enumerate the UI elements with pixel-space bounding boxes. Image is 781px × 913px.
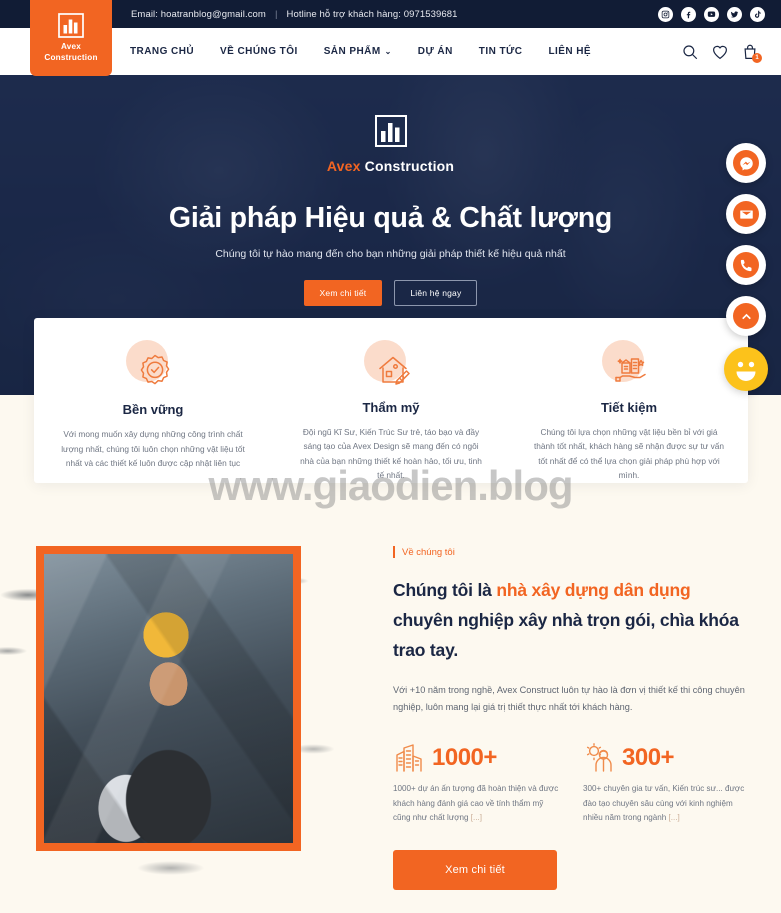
- engineer-gear-icon: [583, 742, 615, 774]
- stat-desc-more[interactable]: [...]: [471, 813, 482, 822]
- about-image-area: [0, 522, 360, 902]
- stat-projects: 1000+ 1000+ dự án ấn tượng đã hoàn thiện…: [393, 742, 561, 826]
- twitter-icon[interactable]: [727, 6, 742, 22]
- messenger-icon: [733, 150, 759, 176]
- top-bar: Email: hoatranblog@gmail.com | Hotline h…: [0, 0, 781, 28]
- phone-icon: [733, 252, 759, 278]
- hand-saving-icon: [598, 340, 660, 394]
- stat-number: 300+: [622, 744, 675, 772]
- feature-card-tiet-kiem: Tiết kiệm Chúng tôi lựa chọn những vật l…: [510, 318, 748, 483]
- hero-building-chart-icon: [374, 115, 407, 149]
- cart-count-badge: 1: [752, 52, 762, 63]
- feature-description: Chúng tôi lựa chọn những vật liệu bền bỉ…: [534, 426, 725, 481]
- construction-worker-photo: [44, 554, 293, 843]
- topbar-hotline: Hotline hỗ trợ khách hàng: 0971539681: [286, 8, 458, 20]
- logo-text: Avex Construction: [44, 42, 97, 63]
- feature-title: Bền vững: [122, 402, 184, 417]
- photo-orange-frame: [36, 546, 301, 851]
- feature-title: Thẩm mỹ: [362, 399, 420, 415]
- feature-description: Đội ngũ Kĩ Sư, Kiến Trúc Sư trẻ, táo bạo…: [300, 426, 482, 481]
- email-button[interactable]: [726, 194, 766, 234]
- nav-menu: TRANG CHỦ VỀ CHÚNG TÔI SẢN PHẨM ⌄ DỰ ÁN …: [130, 28, 591, 75]
- hero-cta-group: Xem chi tiết Liên hệ ngay: [303, 280, 478, 306]
- about-stats: 1000+ 1000+ dự án ấn tượng đã hoàn thiện…: [393, 742, 753, 826]
- stat-desc-more[interactable]: [...]: [669, 813, 680, 822]
- main-navbar: TRANG CHỦ VỀ CHÚNG TÔI SẢN PHẨM ⌄ DỰ ÁN …: [0, 28, 781, 75]
- nav-item-tin-tuc[interactable]: TIN TỨC: [479, 46, 523, 57]
- about-text-column: Về chúng tôi Chúng tôi là nhà xây dựng d…: [393, 546, 753, 890]
- about-paragraph: Với +10 năm trong nghề, Avex Construct l…: [393, 685, 745, 713]
- hero-brand-name: Avex Construction: [327, 158, 454, 174]
- nav-label: DỰ ÁN: [417, 46, 453, 57]
- nav-item-lien-he[interactable]: LIÊN HỆ: [548, 46, 591, 57]
- topbar-email: Email: hoatranblog@gmail.com: [131, 8, 266, 20]
- page-root: Email: hoatranblog@gmail.com | Hotline h…: [0, 0, 781, 913]
- feature-description: Với mong muốn xây dựng những công trình …: [61, 429, 245, 469]
- site-logo[interactable]: Avex Construction: [30, 0, 112, 76]
- feature-title: Tiết kiệm: [600, 399, 658, 415]
- nav-icon-group: 1: [681, 28, 762, 75]
- youtube-icon[interactable]: [704, 6, 719, 22]
- smiley-chat-button[interactable]: [724, 347, 768, 391]
- hero-secondary-button[interactable]: Liên hệ ngay: [394, 280, 478, 306]
- social-links: [658, 0, 765, 28]
- feature-card-ben-vung: Bền vững Với mong muốn xây dựng những cô…: [34, 318, 272, 483]
- about-eyebrow-label: Về chúng tôi: [402, 546, 455, 558]
- buildings-icon: [393, 742, 425, 774]
- scroll-to-top-button[interactable]: [726, 296, 766, 336]
- stat-number: 1000+: [432, 744, 497, 772]
- about-heading-highlight: nhà xây dựng dân dụng: [496, 580, 691, 600]
- photo-texture: [44, 554, 293, 843]
- gear-check-icon: [122, 340, 184, 396]
- chevron-down-icon: ⌄: [384, 46, 392, 56]
- floating-action-buttons: [724, 143, 768, 391]
- about-cta-button[interactable]: Xem chi tiết: [393, 850, 557, 890]
- hero-title: Giải pháp Hiệu quả & Chất lượng: [168, 202, 613, 234]
- stat-desc-text: 300+ chuyên gia tư vấn, Kiến trúc sư... …: [583, 784, 745, 823]
- logo-line-1: Avex: [60, 42, 82, 52]
- instagram-icon[interactable]: [658, 6, 673, 22]
- tiktok-icon[interactable]: [750, 6, 765, 22]
- scroll-to-top-icon: [733, 303, 759, 329]
- hero-brand-second: Construction: [360, 158, 455, 174]
- logo-line-2: Construction: [44, 52, 98, 62]
- hero-primary-button[interactable]: Xem chi tiết: [303, 280, 383, 306]
- about-heading-part2: chuyên nghiệp xây nhà trọn gói, chìa khó…: [393, 610, 739, 661]
- feature-card-tham-my: Thẩm mỹ Đội ngũ Kĩ Sư, Kiến Trúc Sư trẻ,…: [272, 318, 510, 483]
- nav-label: VỀ CHÚNG TÔI: [220, 46, 298, 57]
- heart-wishlist-icon[interactable]: [711, 43, 729, 61]
- nav-label: TIN TỨC: [478, 46, 523, 57]
- nav-item-ve-chung-toi[interactable]: VỀ CHÚNG TÔI: [220, 46, 298, 57]
- hero-brand-first: Avex: [326, 158, 361, 174]
- about-heading-part1: Chúng tôi là: [393, 580, 497, 600]
- nav-item-du-an[interactable]: DỰ ÁN: [418, 46, 453, 57]
- topbar-separator: |: [274, 8, 278, 20]
- nav-item-san-pham[interactable]: SẢN PHẨM ⌄: [324, 46, 392, 57]
- nav-label: SẢN PHẨM: [323, 46, 381, 57]
- about-heading: Chúng tôi là nhà xây dựng dân dụng chuyê…: [393, 575, 753, 665]
- nav-label: TRANG CHỦ: [130, 46, 195, 57]
- search-icon[interactable]: [681, 43, 699, 61]
- topbar-contact-info: Email: hoatranblog@gmail.com | Hotline h…: [131, 0, 458, 28]
- stat-description: 1000+ dự án ấn tượng đã hoàn thiện và đư…: [393, 782, 561, 826]
- building-chart-icon: [58, 13, 84, 39]
- about-section: Về chúng tôi Chúng tôi là nhà xây dựng d…: [0, 500, 781, 913]
- email-icon: [733, 201, 759, 227]
- facebook-icon[interactable]: [681, 6, 696, 22]
- smiley-chat-icon: [736, 361, 756, 381]
- stat-experts: 300+ 300+ chuyên gia tư vấn, Kiến trúc s…: [583, 742, 751, 826]
- stat-description: 300+ chuyên gia tư vấn, Kiến trúc sư... …: [583, 782, 751, 826]
- hero-subtitle: Chúng tôi tự hào mang đến cho bạn những …: [215, 248, 566, 260]
- phone-button[interactable]: [726, 245, 766, 285]
- shopping-bag-icon[interactable]: 1: [741, 43, 762, 63]
- about-eyebrow: Về chúng tôi: [393, 546, 753, 558]
- messenger-button[interactable]: [726, 143, 766, 183]
- nav-label: LIÊN HỆ: [548, 46, 592, 57]
- nav-item-trang-chu[interactable]: TRANG CHỦ: [130, 46, 194, 57]
- house-ruler-icon: [360, 340, 422, 394]
- feature-cards: Bền vững Với mong muốn xây dựng những cô…: [34, 318, 748, 483]
